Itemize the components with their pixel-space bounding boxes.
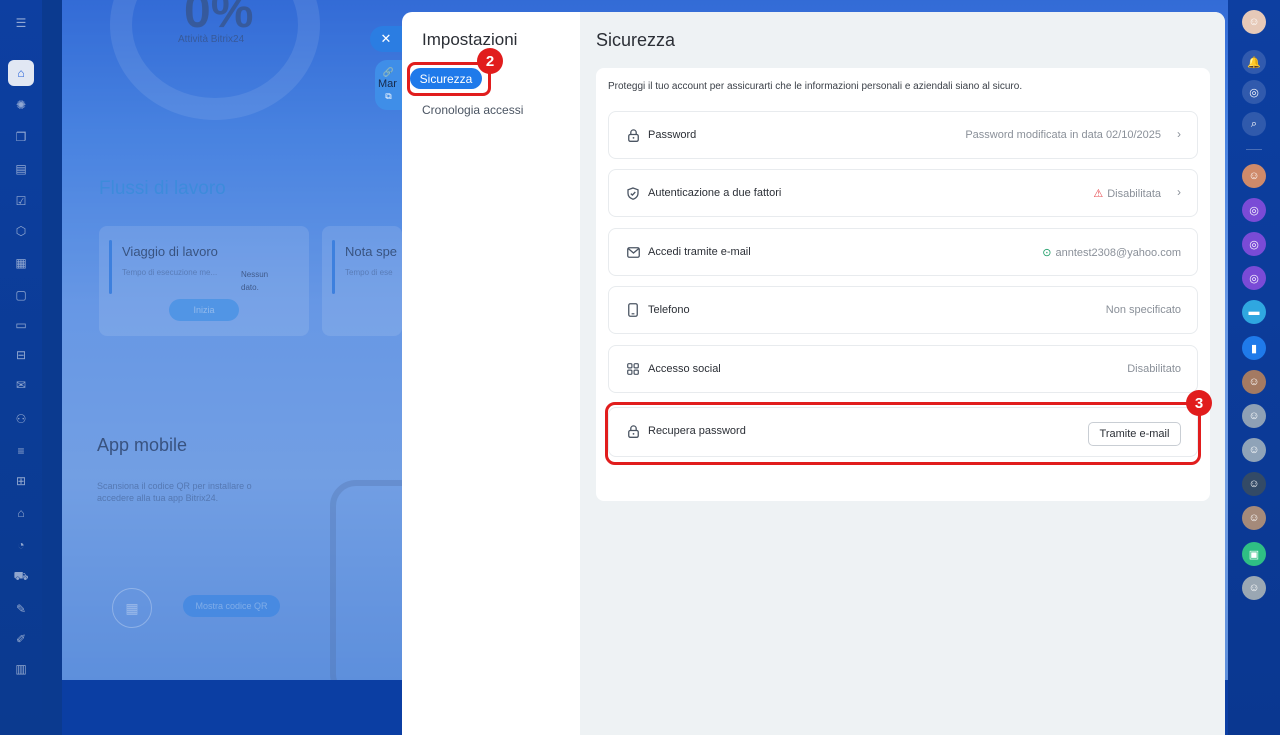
left-sidebar: ☰ ⌂ ✺ ❐ ▤ ☑ ⬡ ▦ ▢ ▭ ⊟ ✉ ⚇ ≡ ⊞ ⌂ ◔ ⛟ ✎ ✐ … [0,0,42,735]
row-value: Non specificato [1105,304,1181,316]
calendar-icon[interactable]: ▦ [10,252,32,274]
sign-icon[interactable]: ✎ [10,598,32,620]
general-chat-icon[interactable]: ▬ [1242,300,1266,324]
lock-icon [626,127,640,143]
row-two-factor-auth[interactable]: Autenticazione a due fattori ⚠ Disabilit… [608,169,1198,217]
step-badge-3: 3 [1186,390,1212,416]
security-description: Proteggi il tuo account per assicurarti … [608,81,1023,92]
group-icon[interactable]: ⚇ [10,408,32,430]
store-icon[interactable]: ⌂ [10,502,32,524]
row-value: Disabilitato [1127,363,1181,375]
bell-icon[interactable]: 🔔 [1242,50,1266,74]
row-label: Telefono [648,304,690,316]
contact-avatar[interactable]: ☺ [1242,506,1266,530]
close-icon: ✕ [380,31,392,46]
filter-icon[interactable]: ≡ [10,440,32,462]
contact-avatar[interactable]: ☺ [1242,164,1266,188]
grid-icon [626,361,640,377]
row-email-login[interactable]: Accedi tramite e-mail ⊙ anntest2308@yaho… [608,228,1198,276]
user-avatar[interactable]: ☺ [1242,10,1266,34]
contact-avatar[interactable]: ☺ [1242,576,1266,600]
email-value: anntest2308@yahoo.com [1055,246,1181,259]
file-icon[interactable]: ▢ [10,284,32,306]
document-icon[interactable]: ▤ [10,158,32,180]
row-value: Password modificata in data 02/10/2025 [965,129,1161,141]
row-social-login[interactable]: Accesso social Disabilitato [608,345,1198,393]
table-icon[interactable]: ⊞ [10,470,32,492]
feed-icon[interactable]: ✺ [10,94,32,116]
search-chat-icon[interactable]: ⌕ [1242,112,1266,136]
analytics-icon[interactable]: ▥ [10,658,32,680]
phone-icon [626,302,640,318]
chevron-right-icon: › [1177,185,1181,199]
contact-avatar[interactable]: ☺ [1242,370,1266,394]
home-icon[interactable]: ⌂ [8,60,34,86]
row-label: Accesso social [648,363,721,375]
row-label: Password [648,129,697,141]
status-text: Disabilitata [1107,187,1161,200]
row-label: Accedi tramite e-mail [648,246,751,258]
row-password[interactable]: Password Password modificata in data 02/… [608,111,1198,159]
callout-recover-password [605,402,1201,465]
row-value: ⚠ Disabilitata [1093,187,1161,201]
row-value: ⊙ anntest2308@yahoo.com [1042,246,1181,260]
bookmark-icon[interactable]: ▮ [1242,336,1266,360]
copilot-icon[interactable]: ◎ [1242,80,1266,104]
warning-icon: ⚠ [1093,188,1104,200]
pen-icon[interactable]: ✐ [10,628,32,650]
row-phone[interactable]: Telefono Non specificato [608,286,1198,334]
rail-divider [1246,149,1262,150]
contact-avatar[interactable]: ☺ [1242,438,1266,462]
mail-icon [626,244,640,260]
monitor-icon[interactable]: ▭ [10,314,32,336]
shield-icon [626,185,640,201]
contact-avatar[interactable]: ☺ [1242,404,1266,428]
step-badge-2: 2 [477,48,503,74]
settings-title: Impostazioni [422,30,518,49]
copilot-chat-icon[interactable]: ◎ [1242,198,1266,222]
mail-icon[interactable]: ✉ [10,374,32,396]
row-label: Autenticazione a due fattori [648,187,782,199]
gauge-icon[interactable]: ◔ [10,534,32,556]
check-circle-icon: ⊙ [1042,247,1052,259]
settings-panel: Impostazioni Sicurezza Cronologia access… [402,12,1225,735]
contact-avatar[interactable]: ☺ [1242,472,1266,496]
chat-icon[interactable]: ❐ [10,126,32,148]
cart-icon[interactable]: ⛟ [10,566,32,588]
tasks-icon[interactable]: ☑ [10,190,32,212]
hexagon-icon[interactable]: ⬡ [10,220,32,242]
copilot-chat-icon[interactable]: ◎ [1242,266,1266,290]
inbox-icon[interactable]: ⊟ [10,344,32,366]
copilot-chat-icon[interactable]: ◎ [1242,232,1266,256]
chevron-right-icon: › [1177,127,1181,141]
menu-icon[interactable]: ☰ [10,12,32,34]
background-text-fragment: Mar [378,78,397,90]
group-chat-icon[interactable]: ▣ [1242,542,1266,566]
close-panel-button[interactable]: ✕ [370,26,402,52]
right-sidebar: ☺ 🔔 ◎ ⌕ ☺ ◎ ◎ ◎ ▬ ▮ ☺ ☺ ☺ ☺ ☺ ▣ ☺ [1228,0,1280,735]
section-title: Sicurezza [596,30,676,50]
nav-item-cronologia-accessi[interactable]: Cronologia accessi [422,103,523,117]
